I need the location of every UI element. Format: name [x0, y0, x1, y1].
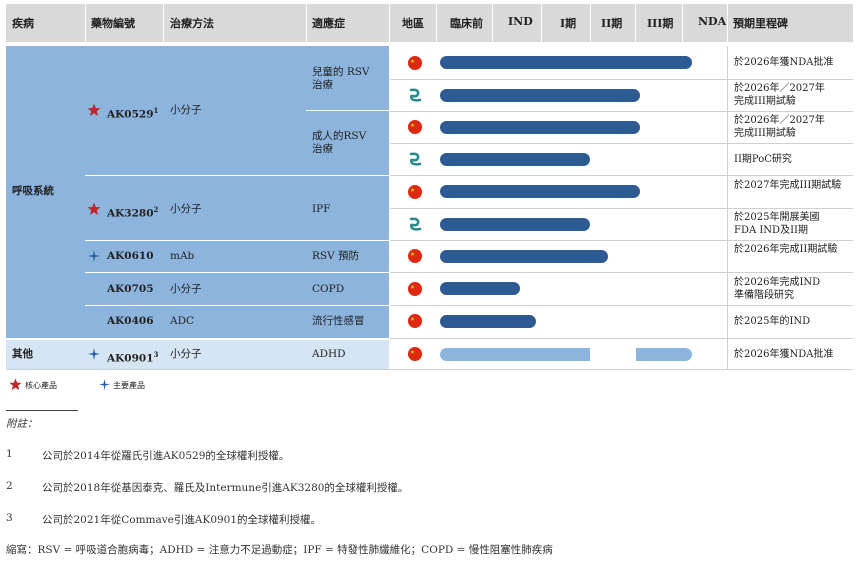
indication-child-rsv: 兒童的 RSV 治療: [312, 66, 370, 91]
note-3-number: 3: [6, 512, 13, 524]
header-method: 治療方法: [170, 17, 214, 30]
global-icon: [409, 217, 422, 231]
china-flag-icon: [408, 56, 422, 70]
drug-ak0705: AK0705: [107, 283, 154, 295]
global-icon: [409, 88, 422, 102]
milestone: 於2026年／2027年 完成III期試驗: [734, 115, 825, 139]
header-indication: 適應症: [312, 17, 345, 30]
milestone: 於2026年／2027年 完成III期試驗: [734, 83, 825, 107]
drug-ak0610: AK0610: [107, 250, 154, 262]
core-product-legend-icon: [9, 378, 22, 391]
indication-copd: COPD: [312, 283, 345, 295]
core-product-star-icon: [87, 103, 101, 116]
china-flag-icon: [408, 185, 422, 199]
method-ak0610: mAb: [170, 250, 195, 262]
header-phase2: II期: [601, 17, 623, 30]
note-1-number: 1: [6, 448, 13, 460]
notes-divider: [6, 410, 78, 411]
china-flag-icon: [408, 347, 422, 361]
progress-bar-segment: [636, 348, 692, 361]
method-ak0406: ADC: [170, 315, 195, 327]
group-respiratory: 呼吸系統: [12, 185, 54, 197]
method-ak0901: 小分子: [170, 348, 202, 360]
progress-bar: [440, 56, 692, 69]
china-flag-icon: [408, 249, 422, 263]
method-ak3280: 小分子: [170, 203, 202, 215]
legend-core: 核心產品: [25, 381, 57, 390]
header-ind: IND: [508, 15, 533, 28]
header-phase1: I期: [560, 17, 577, 30]
milestone: 於2026年獲NDA批准: [734, 57, 834, 68]
header-region: 地區: [402, 17, 424, 30]
milestone: 於2027年完成III期試驗: [734, 180, 842, 191]
progress-bar: [440, 250, 608, 263]
key-product-legend-icon: [99, 379, 110, 390]
group-other: 其他: [12, 348, 33, 360]
core-product-star-icon: [87, 202, 101, 215]
header-preclinical: 臨床前: [450, 17, 483, 30]
method-ak0529: 小分子: [170, 104, 202, 116]
abbreviations: 縮寫：RSV = 呼吸道合胞病毒；ADHD = 注意力不足過動症；IPF = 特…: [6, 544, 553, 556]
key-product-star-icon: [88, 348, 100, 360]
progress-bar: [440, 153, 590, 166]
progress-bar: [440, 218, 590, 231]
milestone: 於2025年開展美國 FDA IND及II期: [734, 212, 820, 236]
indication-adhd: ADHD: [312, 348, 346, 360]
header-drug: 藥物編號: [91, 17, 135, 30]
china-flag-icon: [408, 314, 422, 328]
china-flag-icon: [408, 120, 422, 134]
header-nda: NDA: [698, 15, 727, 28]
progress-bar-segment: [440, 348, 590, 361]
header-disease: 疾病: [12, 17, 34, 30]
note-3: 公司於2021年從Commave引進AK0901的全球權利授權。: [42, 514, 322, 526]
header-milestone: 預期里程碑: [733, 17, 788, 30]
global-icon: [409, 152, 422, 166]
indication-influenza: 流行性感冒: [312, 315, 365, 327]
method-ak0705: 小分子: [170, 283, 202, 295]
legend-key: 主要產品: [113, 381, 145, 390]
milestone: 於2026年完成IND 準備階段研究: [734, 277, 821, 301]
note-2-number: 2: [6, 480, 13, 492]
progress-bar: [440, 282, 520, 295]
drug-ak3280: AK32802: [107, 205, 159, 220]
milestone: 於2026年獲NDA批准: [734, 349, 834, 360]
progress-bar: [440, 185, 640, 198]
header-phase3: III期: [647, 17, 674, 30]
progress-bar: [440, 315, 536, 328]
indication-ipf: IPF: [312, 203, 331, 215]
progress-bar: [440, 121, 640, 134]
progress-bar: [440, 89, 640, 102]
drug-ak0529: AK05291: [107, 106, 159, 121]
note-2: 公司於2018年從基因泰克、羅氏及Intermune引進AK3280的全球權利授…: [42, 482, 409, 494]
note-1: 公司於2014年從羅氏引進AK0529的全球權利授權。: [42, 450, 290, 462]
china-flag-icon: [408, 282, 422, 296]
key-product-star-icon: [88, 250, 100, 262]
milestone: II期PoC研究: [734, 154, 792, 165]
notes-title: 附註：: [6, 418, 38, 430]
milestone: 於2026年完成II期試驗: [734, 244, 838, 255]
milestone: 於2025年的IND: [734, 316, 811, 327]
drug-ak0901: AK09013: [107, 350, 159, 365]
drug-ak0406: AK0406: [107, 315, 154, 327]
indication-rsv-prevention: RSV 預防: [312, 250, 360, 262]
indication-adult-rsv: 成人的RSV 治療: [312, 130, 367, 155]
